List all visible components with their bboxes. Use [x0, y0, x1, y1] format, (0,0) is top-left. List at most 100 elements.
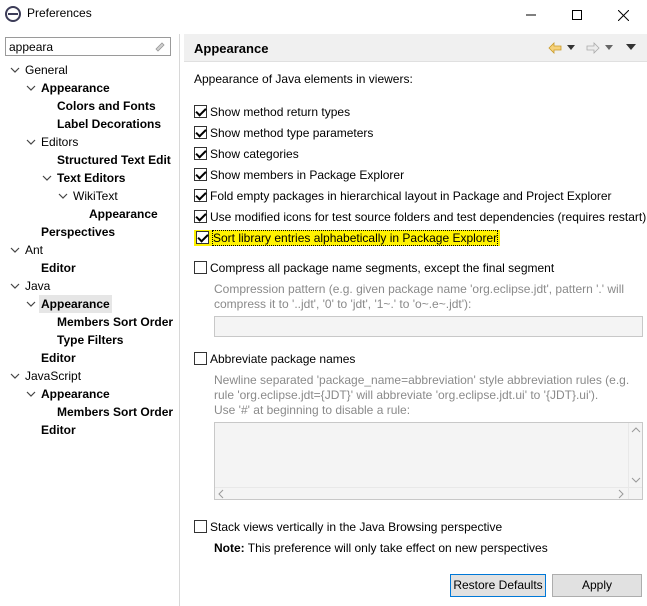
scroll-left-icon[interactable]	[216, 488, 226, 500]
tree-item[interactable]: Members Sort Order	[0, 403, 180, 421]
forward-arrow-icon[interactable]	[586, 42, 600, 54]
tree-item[interactable]: Editor	[0, 259, 180, 277]
view-menu-icon[interactable]	[626, 44, 636, 51]
tree-item-label: Colors and Fonts	[57, 99, 156, 113]
option-checkbox[interactable]	[194, 105, 207, 119]
tree-item-label: Appearance	[89, 207, 158, 221]
option-row[interactable]: Show method return types	[194, 104, 350, 122]
compress-hint-line-1: Compression pattern (e.g. given package …	[214, 282, 625, 296]
stack-views-checkbox[interactable]	[194, 520, 207, 534]
clear-filter-icon[interactable]	[154, 40, 166, 52]
maximize-icon	[572, 10, 582, 20]
scroll-up-icon[interactable]	[629, 425, 643, 435]
tree-item-label: Members Sort Order	[57, 315, 174, 329]
scroll-down-icon[interactable]	[629, 475, 643, 485]
option-row[interactable]: Show members in Package Explorer	[194, 167, 404, 185]
tree-item[interactable]: Editor	[0, 349, 180, 367]
eclipse-icon	[5, 6, 21, 22]
close-button[interactable]	[600, 0, 646, 30]
chevron-down-icon[interactable]	[42, 169, 52, 187]
filter-text: appeara	[9, 40, 54, 54]
chevron-down-icon[interactable]	[26, 385, 36, 403]
tree-item-label: Java	[25, 279, 51, 293]
abbreviate-checkbox[interactable]	[194, 352, 207, 366]
tree-item[interactable]: Editors	[0, 133, 180, 151]
close-icon	[617, 9, 629, 21]
filter-input[interactable]: appeara	[5, 37, 171, 56]
chevron-down-icon[interactable]	[10, 61, 20, 79]
option-row[interactable]: Show categories	[194, 146, 299, 164]
compression-pattern-field[interactable]	[214, 316, 643, 337]
tree-item[interactable]: Text Editors	[0, 169, 180, 187]
tree-item-label: WikiText	[73, 189, 118, 203]
tree-item[interactable]: Perspectives	[0, 223, 180, 241]
compress-option[interactable]: Compress all package name segments, exce…	[194, 260, 554, 278]
option-row[interactable]: Use modified icons for test source folde…	[194, 209, 646, 227]
tree-item[interactable]: Appearance	[0, 79, 180, 97]
tree-item-label: JavaScript	[25, 369, 82, 383]
tree-item-label: Ant	[25, 243, 44, 257]
tree-item[interactable]: JavaScript	[0, 367, 180, 385]
chevron-down-icon[interactable]	[10, 241, 20, 259]
tree-item-label: Label Decorations	[57, 117, 162, 131]
tree-item[interactable]: WikiText	[0, 187, 180, 205]
chevron-down-icon[interactable]	[10, 367, 20, 385]
horizontal-scrollbar[interactable]	[215, 487, 642, 499]
option-checkbox[interactable]	[194, 126, 207, 140]
tree-item-label: Members Sort Order	[57, 405, 174, 419]
tree-item-label: General	[25, 63, 68, 77]
stack-views-label: Stack views vertically in the Java Brows…	[210, 520, 503, 534]
tree-item-label: Perspectives	[41, 225, 116, 239]
option-checkbox[interactable]	[194, 189, 207, 203]
tree-item[interactable]: Type Filters	[0, 331, 180, 349]
tree-item-label: Editor	[41, 351, 76, 365]
tree-item[interactable]: Structured Text Edit	[0, 151, 180, 169]
abbreviate-label: Abbreviate package names	[210, 352, 356, 366]
minimize-button[interactable]	[508, 0, 554, 30]
chevron-down-icon[interactable]	[26, 295, 36, 313]
page-header: Appearance	[184, 34, 647, 62]
tree-item[interactable]: Ant	[0, 241, 180, 259]
option-row[interactable]: Sort library entries alphabetically in P…	[194, 230, 501, 248]
option-checkbox[interactable]	[196, 231, 209, 245]
restore-defaults-button[interactable]: Restore Defaults	[450, 574, 546, 597]
option-label: Show method type parameters	[210, 126, 374, 140]
option-checkbox[interactable]	[194, 147, 207, 161]
abbreviate-option[interactable]: Abbreviate package names	[194, 351, 355, 369]
option-row[interactable]: Fold empty packages in hierarchical layo…	[194, 188, 612, 206]
stack-views-option[interactable]: Stack views vertically in the Java Brows…	[194, 519, 502, 537]
abbreviate-hint-line-3: Use '#' at beginning to disable a rule:	[214, 403, 411, 417]
tree-item-label: Appearance	[39, 295, 112, 313]
tree-item-label: Editor	[41, 423, 76, 437]
tree-item[interactable]: Appearance	[0, 295, 180, 313]
maximize-button[interactable]	[554, 0, 600, 30]
back-menu-chevron-icon[interactable]	[567, 45, 575, 51]
tree-item[interactable]: Appearance	[0, 205, 180, 223]
tree-item[interactable]: Editor	[0, 421, 180, 439]
compress-checkbox[interactable]	[194, 261, 207, 275]
back-arrow-icon[interactable]	[548, 42, 562, 54]
option-row[interactable]: Show method type parameters	[194, 125, 373, 143]
chevron-down-icon[interactable]	[26, 79, 36, 97]
option-checkbox[interactable]	[194, 210, 207, 224]
compress-label: Compress all package name segments, exce…	[210, 261, 555, 275]
tree-item[interactable]: Java	[0, 277, 180, 295]
tree-item[interactable]: Label Decorations	[0, 115, 180, 133]
tree-item[interactable]: Appearance	[0, 385, 180, 403]
chevron-down-icon[interactable]	[58, 187, 68, 205]
compress-hint-line-2: compress it to '..jdt', '0' to 'jdt', '1…	[214, 297, 472, 311]
option-label: Fold empty packages in hierarchical layo…	[210, 189, 612, 203]
tree-item[interactable]: Colors and Fonts	[0, 97, 180, 115]
abbreviation-rules-field[interactable]	[214, 422, 643, 500]
abbreviate-hint-line-1: Newline separated 'package_name=abbrevia…	[214, 373, 630, 387]
option-label: Sort library entries alphabetically in P…	[212, 230, 499, 246]
chevron-down-icon[interactable]	[26, 133, 36, 151]
forward-menu-chevron-icon[interactable]	[605, 45, 613, 51]
tree-item[interactable]: Members Sort Order	[0, 313, 180, 331]
apply-button[interactable]: Apply	[552, 574, 642, 597]
chevron-down-icon[interactable]	[10, 277, 20, 295]
option-checkbox[interactable]	[194, 168, 207, 182]
tree-item[interactable]: General	[0, 61, 180, 79]
scroll-right-icon[interactable]	[616, 488, 626, 500]
title-bar: Preferences	[0, 0, 647, 30]
